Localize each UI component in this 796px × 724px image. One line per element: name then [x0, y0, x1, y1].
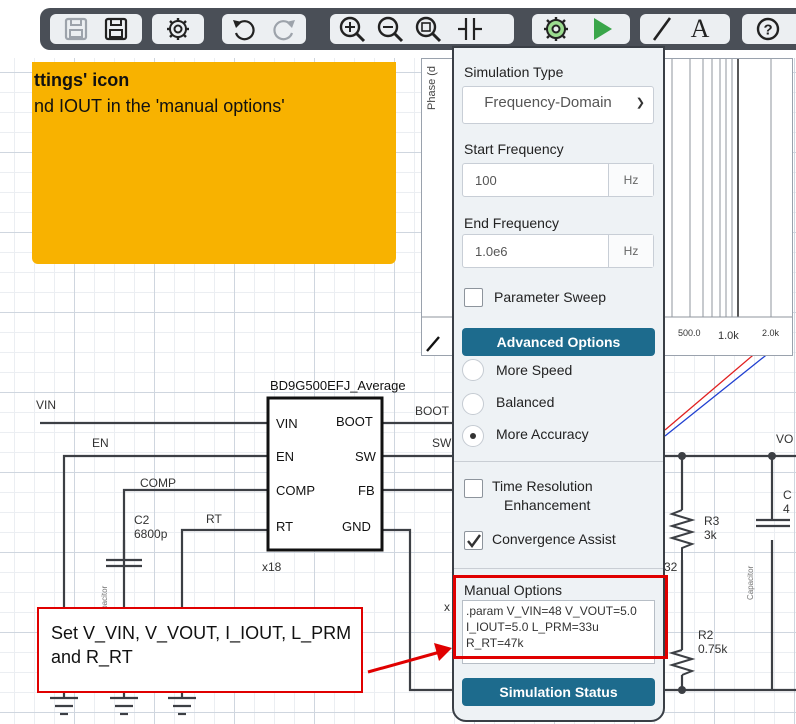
history-group: ...	[222, 14, 306, 44]
end-freq-label: End Frequency	[464, 215, 559, 231]
net-vo: VO	[776, 432, 794, 446]
end-freq-input[interactable]: 1.0e6 Hz	[462, 234, 654, 268]
convergence-assist-label: Convergence Assist	[492, 531, 616, 547]
pin-fb: FB	[358, 483, 375, 498]
cap-type-right: Capacitor	[746, 565, 755, 600]
pin-vin: VIN	[276, 416, 298, 431]
pin-comp: COMP	[276, 483, 315, 498]
pin-gnd: GND	[342, 519, 371, 534]
pin-en: EN	[276, 449, 295, 464]
separator	[454, 461, 663, 462]
text-icon[interactable]: A	[684, 14, 716, 44]
pin-rt: RT	[276, 519, 294, 534]
settings-gear-icon[interactable]	[162, 14, 194, 44]
help-group: ?	[742, 14, 796, 44]
checkmark-icon	[467, 534, 481, 548]
svg-text:..: ..	[119, 32, 124, 42]
x-tick-500: 500.0	[678, 328, 701, 338]
node-32: 32	[664, 560, 678, 574]
advanced-options-button[interactable]: Advanced Options	[462, 328, 655, 356]
net-rt: RT	[206, 512, 222, 526]
pencil-icon[interactable]	[424, 335, 442, 353]
pin-boot: BOOT	[336, 414, 373, 429]
c2-name: C2	[134, 513, 150, 527]
top-toolbar: .. ... A ?	[0, 0, 796, 58]
start-freq-value: 100	[475, 173, 497, 188]
radio-more-speed[interactable]	[462, 359, 484, 381]
radio-balanced-label: Balanced	[496, 394, 555, 410]
settings-group	[152, 14, 204, 44]
zoom-out-icon[interactable]	[374, 14, 406, 44]
x-tick-2k: 2.0k	[762, 328, 780, 338]
net-comp: COMP	[140, 476, 176, 490]
time-resolution-label-2: Enhancement	[504, 497, 591, 513]
sim-type-select[interactable]: Frequency-Domain ❯	[462, 86, 654, 124]
param-sweep-checkbox[interactable]	[464, 288, 483, 307]
redo-icon[interactable]	[268, 14, 300, 44]
wire-icon[interactable]	[646, 14, 678, 44]
help-icon[interactable]: ?	[752, 14, 784, 44]
undo-icon[interactable]: ...	[228, 14, 260, 44]
pin-sw: SW	[355, 449, 376, 464]
net-en: EN	[92, 436, 109, 450]
hint-title: ttings' icon	[34, 70, 130, 90]
x18-label: x18	[262, 560, 282, 574]
radio-more-accuracy-label: More Accuracy	[496, 426, 589, 442]
sim-type-label: Simulation Type	[464, 64, 564, 80]
simulation-status-button[interactable]: Simulation Status	[462, 678, 655, 706]
radio-more-accuracy[interactable]	[462, 425, 484, 447]
zoom-in-icon[interactable]	[336, 14, 368, 44]
zoom-fit-icon[interactable]	[412, 14, 444, 44]
zoom-group	[330, 14, 514, 44]
net-boot: BOOT	[415, 404, 450, 418]
convergence-assist-checkbox[interactable]	[464, 531, 483, 550]
end-freq-value: 1.0e6	[475, 244, 508, 259]
cap-partial-2: 4	[783, 502, 790, 516]
c2-value: 6800p	[134, 527, 168, 541]
start-freq-input[interactable]: 100 Hz	[462, 163, 654, 197]
start-freq-label: Start Frequency	[464, 141, 564, 157]
net-vin: VIN	[36, 398, 57, 412]
svg-text:...: ...	[242, 35, 248, 42]
ic-name: BD9G500EFJ_Average	[270, 378, 406, 393]
time-resolution-checkbox[interactable]	[464, 479, 483, 498]
separator	[454, 568, 663, 569]
x-partial: x	[444, 600, 450, 614]
cap-partial-1: C	[783, 488, 792, 502]
simulation-group	[532, 14, 630, 44]
hint-text: nd IOUT in the 'manual options'	[34, 96, 285, 116]
highlight-box	[453, 575, 668, 659]
callout-box: Set V_VIN, V_VOUT, I_IOUT, L_PRM and R_R…	[37, 607, 363, 693]
draw-group: A	[640, 14, 730, 44]
r3-name: R3	[704, 514, 720, 528]
sim-type-value: Frequency-Domain	[484, 94, 612, 111]
probe-icon[interactable]	[454, 14, 486, 44]
svg-text:?: ?	[764, 22, 773, 39]
time-resolution-label-1: Time Resolution	[492, 478, 593, 494]
tutorial-hint-box: ttings' icon nd IOUT in the 'manual opti…	[32, 62, 396, 264]
end-freq-unit: Hz	[608, 235, 653, 267]
r3-value: 3k	[704, 528, 717, 542]
param-sweep-label: Parameter Sweep	[494, 289, 607, 305]
r2-value: 0.75k	[698, 642, 728, 656]
save-icon[interactable]	[60, 14, 92, 44]
start-freq-unit: Hz	[608, 164, 653, 196]
simulation-settings-icon[interactable]	[540, 14, 572, 44]
radio-more-speed-label: More Speed	[496, 362, 573, 378]
file-group: ..	[50, 14, 142, 44]
radio-balanced[interactable]	[462, 393, 484, 415]
x-tick-1k: 1.0k	[718, 330, 739, 342]
phase-axis-label: Phase (d	[426, 65, 438, 110]
save-as-icon[interactable]: ..	[100, 14, 132, 44]
net-sw: SW	[432, 436, 452, 450]
callout-text: Set V_VIN, V_VOUT, I_IOUT, L_PRM and R_R…	[51, 623, 352, 667]
run-icon[interactable]	[586, 14, 618, 44]
chevron-down-icon: ❯	[635, 97, 645, 109]
r2-name: R2	[698, 628, 714, 642]
